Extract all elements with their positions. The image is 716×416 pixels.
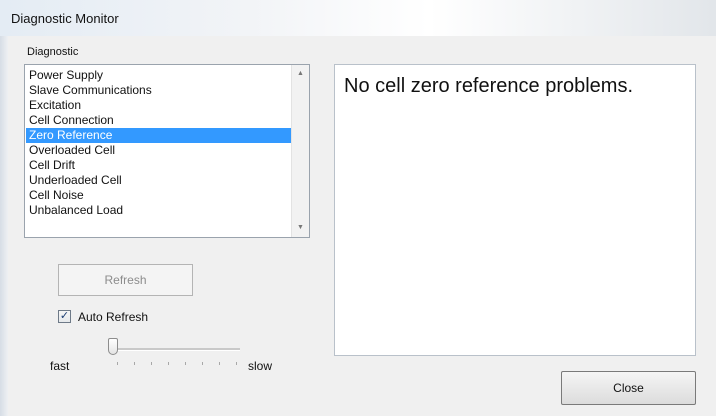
slider-tick <box>168 362 169 365</box>
diagnostic-list-item[interactable]: Power Supply <box>26 68 292 83</box>
diagnostic-list-item[interactable]: Zero Reference <box>26 128 292 143</box>
slider-tick <box>219 362 220 365</box>
scroll-up-arrow-icon[interactable]: ▲ <box>292 67 309 81</box>
refresh-speed-slider-thumb[interactable] <box>108 338 118 355</box>
close-button[interactable]: Close <box>561 371 696 405</box>
slider-tick <box>151 362 152 365</box>
window-title: Diagnostic Monitor <box>11 11 119 26</box>
message-panel: No cell zero reference problems. <box>334 64 696 356</box>
diagnostic-group-label: Diagnostic <box>27 46 79 58</box>
status-message: No cell zero reference problems. <box>344 75 634 97</box>
slider-tick <box>117 362 118 365</box>
diagnostic-list-item[interactable]: Underloaded Cell <box>26 173 292 188</box>
auto-refresh-checkbox[interactable]: ✓ <box>58 310 71 323</box>
diagnostic-list-item[interactable]: Excitation <box>26 98 292 113</box>
diagnostic-list-item[interactable]: Cell Drift <box>26 158 292 173</box>
diagnostic-list-item[interactable]: Unbalanced Load <box>26 203 292 218</box>
slider-tick <box>185 362 186 365</box>
diagnostic-list-item[interactable]: Slave Communications <box>26 83 292 98</box>
slider-max-label: slow <box>248 359 273 373</box>
auto-refresh-label: Auto Refresh <box>78 310 149 324</box>
window-border <box>0 36 8 416</box>
refresh-speed-track[interactable] <box>112 348 240 351</box>
refresh-button[interactable]: Refresh <box>58 264 193 296</box>
diagnostic-list-item[interactable]: Overloaded Cell <box>26 143 292 158</box>
slider-tick <box>236 362 237 365</box>
diagnostic-list-item[interactable]: Cell Connection <box>26 113 292 128</box>
diagnostic-monitor-window: Diagnostic Monitor Diagnostic Power Supp… <box>0 0 716 416</box>
slider-min-label: fast <box>50 359 70 373</box>
title-bar[interactable]: Diagnostic Monitor <box>0 0 716 36</box>
slider-tick <box>134 362 135 365</box>
list-scrollbar[interactable]: ▲ ▼ <box>291 65 309 237</box>
scroll-down-arrow-icon[interactable]: ▼ <box>292 221 309 235</box>
diagnostic-list-item[interactable]: Cell Noise <box>26 188 292 203</box>
checkmark-icon: ✓ <box>59 310 70 322</box>
diagnostic-listbox[interactable]: Power Supply Slave Communications Excitati… <box>24 64 310 238</box>
slider-tick <box>202 362 203 365</box>
diagnostic-list-items: Power Supply Slave Communications Excitati… <box>26 68 292 218</box>
